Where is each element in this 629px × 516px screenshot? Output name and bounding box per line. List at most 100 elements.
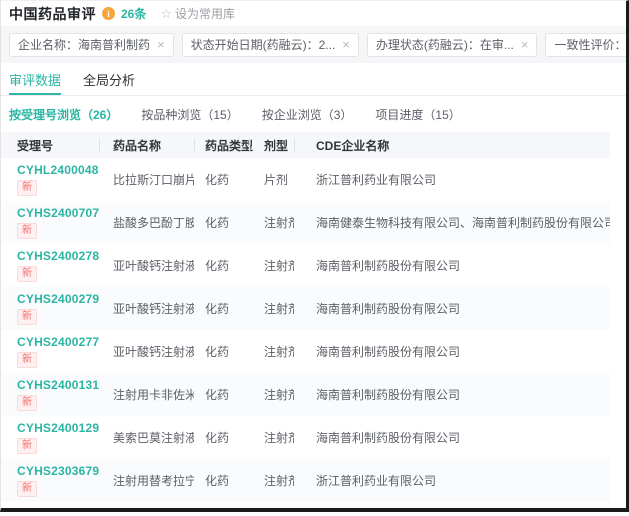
table-row[interactable]: CYHS2400131 新 注射用卡非佐米 化药 注射剂 海南普利制药股份有限公… xyxy=(1,373,610,416)
drug-name-cell: 比拉斯汀口崩片 xyxy=(99,171,194,188)
filter-chip-label: 状态开始日期(药融云)：2... xyxy=(191,36,336,53)
dosage-form-cell: 注射剂 xyxy=(249,386,294,403)
star-icon: ☆ xyxy=(160,7,172,20)
new-badge: 新 xyxy=(17,180,37,196)
close-icon[interactable]: × xyxy=(157,38,165,51)
filter-chip-company[interactable]: 企业名称：海南普利制药 × xyxy=(9,33,174,57)
dosage-form-cell: 注射剂 xyxy=(249,300,294,317)
new-badge: 新 xyxy=(17,266,37,282)
new-badge: 新 xyxy=(17,352,37,368)
acceptance-no-link[interactable]: CYHS2303679 xyxy=(17,464,99,478)
filter-bar: 企业名称：海南普利制药 × 状态开始日期(药融云)：2... × 办理状态(药融… xyxy=(1,26,626,63)
tab-review-data[interactable]: 审评数据 xyxy=(9,63,61,95)
table-body: CYHL2400048 新 比拉斯汀口崩片 化药 片剂 浙江普利药业有限公司 C… xyxy=(1,158,610,502)
drug-name-cell: 注射用替考拉宁 xyxy=(99,472,194,489)
drug-type-cell: 化药 xyxy=(194,472,249,489)
acceptance-no-link[interactable]: CYHS2400278 xyxy=(17,249,99,263)
acceptance-no-cell: CYHS2400277 新 xyxy=(1,335,99,368)
company-cell: 浙江普利药业有限公司 xyxy=(294,171,610,188)
page-title: 中国药品审评 xyxy=(9,4,96,24)
table-row[interactable]: CYHL2400048 新 比拉斯汀口崩片 化药 片剂 浙江普利药业有限公司 xyxy=(1,158,610,201)
dosage-form-cell: 注射剂 xyxy=(249,429,294,446)
drug-name-cell: 亚叶酸钙注射液 xyxy=(99,300,194,317)
acceptance-no-cell: CYHS2303679 新 xyxy=(1,464,99,497)
app-window: 中国药品审评 i 26条 ☆ 设为常用库 企业名称：海南普利制药 × 状态开始日… xyxy=(0,0,629,512)
table-row[interactable]: CYHS2400278 新 亚叶酸钙注射液 化药 注射剂 海南普利制药股份有限公… xyxy=(1,244,610,287)
drug-type-cell: 化药 xyxy=(194,171,249,188)
set-favorite-label: 设为常用库 xyxy=(175,5,235,22)
drug-type-cell: 化药 xyxy=(194,429,249,446)
new-badge: 新 xyxy=(17,309,37,325)
drug-name-cell: 亚叶酸钙注射液 xyxy=(99,343,194,360)
new-badge: 新 xyxy=(17,438,37,454)
acceptance-no-cell: CYHL2400048 新 xyxy=(1,163,99,196)
filter-chip-label: 企业名称：海南普利制药 xyxy=(18,36,150,53)
title-bar: 中国药品审评 i 26条 ☆ 设为常用库 xyxy=(1,1,626,26)
filter-chip-consistency[interactable]: 一致性评价：新注册分类... × xyxy=(545,33,629,57)
company-cell: 海南普利制药股份有限公司 xyxy=(294,429,610,446)
results-table: 受理号 药品名称 药品类型 剂型 CDE企业名称 CYHL2400048 新 比… xyxy=(1,132,610,502)
acceptance-no-cell: CYHS2400131 新 xyxy=(1,378,99,411)
drug-name-cell: 美索巴莫注射液 xyxy=(99,429,194,446)
drug-type-cell: 化药 xyxy=(194,343,249,360)
tab-global-analysis[interactable]: 全局分析 xyxy=(83,63,135,95)
drug-type-cell: 化药 xyxy=(194,257,249,274)
acceptance-no-link[interactable]: CYHL2400048 xyxy=(17,163,99,177)
company-cell: 海南普利制药股份有限公司 xyxy=(294,257,610,274)
company-cell: 海南普利制药股份有限公司 xyxy=(294,386,610,403)
dosage-form-cell: 片剂 xyxy=(249,171,294,188)
acceptance-no-link[interactable]: CYHS2400131 xyxy=(17,378,99,392)
subtab-by-company[interactable]: 按企业浏览（3） xyxy=(262,106,353,123)
company-cell: 海南普利制药股份有限公司 xyxy=(294,343,610,360)
sub-tabs: 按受理号浏览（26） 按品种浏览（15） 按企业浏览（3） 项目进度（15） xyxy=(1,96,626,132)
acceptance-no-cell: CYHS2400707 新 xyxy=(1,206,99,239)
table-row[interactable]: CYHS2303679 新 注射用替考拉宁 化药 注射剂 浙江普利药业有限公司 xyxy=(1,459,610,502)
subtab-project-progress[interactable]: 项目进度（15） xyxy=(375,106,460,123)
filter-chip-status[interactable]: 办理状态(药融云)：在审... × xyxy=(367,33,538,57)
new-badge: 新 xyxy=(17,395,37,411)
main-tabs: 审评数据 全局分析 xyxy=(1,63,626,96)
company-cell: 海南普利制药股份有限公司 xyxy=(294,300,610,317)
acceptance-no-cell: CYHS2400129 新 xyxy=(1,421,99,454)
acceptance-no-link[interactable]: CYHS2400277 xyxy=(17,335,99,349)
acceptance-no-link[interactable]: CYHS2400129 xyxy=(17,421,99,435)
column-header-cde-company: CDE企业名称 xyxy=(294,137,610,154)
subtab-by-variety[interactable]: 按品种浏览（15） xyxy=(141,106,238,123)
dosage-form-cell: 注射剂 xyxy=(249,343,294,360)
company-cell: 海南健泰生物科技有限公司、海南普利制药股份有限公司 xyxy=(294,214,610,231)
table-row[interactable]: CYHS2400277 新 亚叶酸钙注射液 化药 注射剂 海南普利制药股份有限公… xyxy=(1,330,610,373)
column-header-dosage-form: 剂型 xyxy=(249,137,294,154)
close-icon[interactable]: × xyxy=(342,38,350,51)
table-header-row: 受理号 药品名称 药品类型 剂型 CDE企业名称 xyxy=(1,132,610,158)
dosage-form-cell: 注射剂 xyxy=(249,257,294,274)
result-count-badge: 26条 xyxy=(121,5,146,22)
drug-name-cell: 盐酸多巴酚丁胺注... xyxy=(99,214,194,231)
drug-name-cell: 亚叶酸钙注射液 xyxy=(99,257,194,274)
drug-type-cell: 化药 xyxy=(194,214,249,231)
acceptance-no-link[interactable]: CYHS2400279 xyxy=(17,292,99,306)
drug-type-cell: 化药 xyxy=(194,300,249,317)
acceptance-no-cell: CYHS2400278 新 xyxy=(1,249,99,282)
column-header-drug-name: 药品名称 xyxy=(99,137,194,154)
close-icon[interactable]: × xyxy=(521,38,529,51)
new-badge: 新 xyxy=(17,223,37,239)
filter-chip-label: 办理状态(药融云)：在审... xyxy=(376,36,514,53)
acceptance-no-cell: CYHS2400279 新 xyxy=(1,292,99,325)
drug-name-cell: 注射用卡非佐米 xyxy=(99,386,194,403)
new-badge: 新 xyxy=(17,481,37,497)
column-header-drug-type: 药品类型 xyxy=(194,137,249,154)
drug-type-cell: 化药 xyxy=(194,386,249,403)
company-cell: 浙江普利药业有限公司 xyxy=(294,472,610,489)
dosage-form-cell: 注射剂 xyxy=(249,472,294,489)
table-row[interactable]: CYHS2400129 新 美索巴莫注射液 化药 注射剂 海南普利制药股份有限公… xyxy=(1,416,610,459)
table-row[interactable]: CYHS2400707 新 盐酸多巴酚丁胺注... 化药 注射剂 海南健泰生物科… xyxy=(1,201,610,244)
dosage-form-cell: 注射剂 xyxy=(249,214,294,231)
acceptance-no-link[interactable]: CYHS2400707 xyxy=(17,206,99,220)
subtab-by-acceptance-no[interactable]: 按受理号浏览（26） xyxy=(9,106,118,123)
filter-chip-label: 一致性评价：新注册分类... xyxy=(554,36,629,53)
info-icon[interactable]: i xyxy=(102,7,115,20)
filter-chip-start-date[interactable]: 状态开始日期(药融云)：2... × xyxy=(182,33,359,57)
column-header-acceptance-no: 受理号 xyxy=(1,137,99,154)
table-row[interactable]: CYHS2400279 新 亚叶酸钙注射液 化药 注射剂 海南普利制药股份有限公… xyxy=(1,287,610,330)
set-favorite-button[interactable]: ☆ 设为常用库 xyxy=(160,5,235,22)
